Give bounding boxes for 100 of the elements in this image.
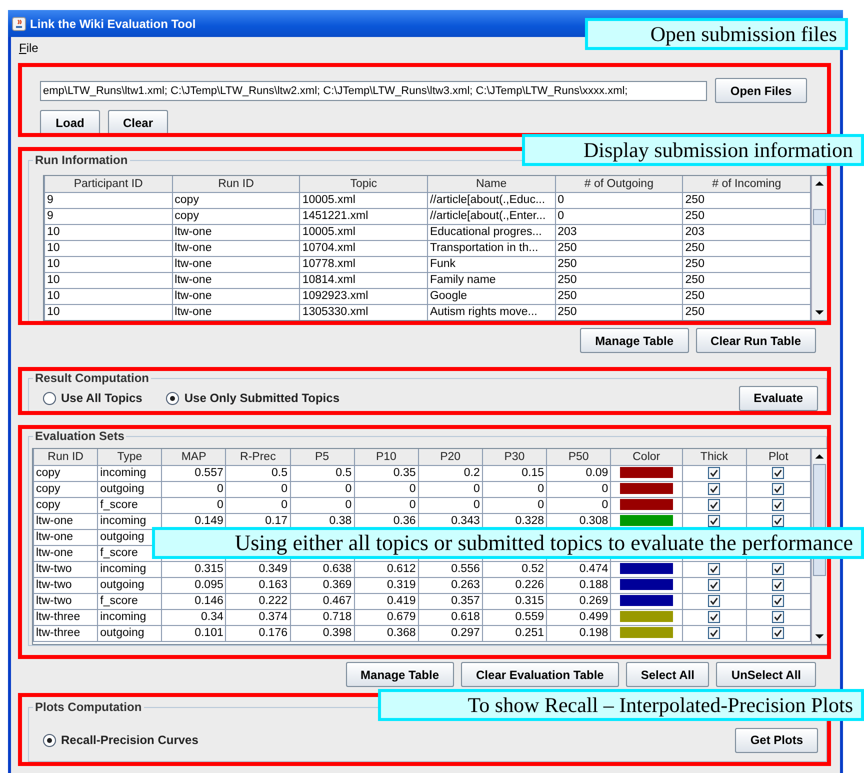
button[interactable]: Evaluate: [738, 386, 818, 410]
radio-label[interactable]: Use Only Submitted Topics: [184, 391, 340, 405]
column-header[interactable]: P5: [290, 449, 354, 466]
table-cell: 250: [555, 272, 683, 288]
table-cell: ltw-one: [172, 224, 300, 240]
column-header[interactable]: Name: [427, 176, 556, 192]
checkbox[interactable]: [708, 498, 720, 511]
table-cell: 0: [290, 482, 354, 498]
button[interactable]: Manage Table: [346, 662, 454, 687]
button[interactable]: Open Files: [715, 78, 807, 103]
table-cell: 0.198: [546, 626, 611, 642]
checkbox[interactable]: [772, 610, 784, 623]
checkbox[interactable]: [708, 578, 720, 591]
checkbox[interactable]: [772, 626, 784, 639]
table-cell: 0: [546, 498, 611, 514]
checkbox[interactable]: [772, 594, 784, 607]
column-header[interactable]: P20: [418, 449, 482, 466]
button[interactable]: Manage Table: [580, 328, 689, 353]
radio-button[interactable]: [43, 734, 56, 746]
panel-title: Run Information: [34, 153, 129, 167]
checkbox[interactable]: [708, 482, 720, 495]
column-header[interactable]: Thick: [682, 449, 746, 466]
column-header[interactable]: # of Incoming: [682, 176, 810, 192]
checkbox[interactable]: [772, 482, 784, 495]
column-header[interactable]: Run ID: [34, 449, 98, 466]
table-cell: 0: [482, 482, 546, 498]
column-header[interactable]: # of Outgoing: [555, 176, 683, 192]
button[interactable]: UnSelect All: [716, 662, 816, 687]
checkbox[interactable]: [708, 562, 720, 575]
annotation-tooltip: Open submission files: [585, 18, 848, 50]
table-cell: outgoing: [98, 626, 162, 642]
table-cell: 0.559: [482, 610, 546, 626]
scrollbar[interactable]: [811, 176, 827, 320]
table-cell: 0: [482, 498, 546, 514]
table-cell: 0: [418, 498, 482, 514]
column-header[interactable]: Run ID: [172, 176, 300, 192]
panel-title: Result Computation: [34, 371, 150, 385]
column-header[interactable]: P50: [546, 449, 611, 466]
column-header[interactable]: P30: [482, 449, 546, 466]
table-cell: 0.612: [354, 562, 418, 578]
column-header[interactable]: MAP: [162, 449, 226, 466]
table-cell: incoming: [98, 562, 162, 578]
checkbox[interactable]: [708, 610, 720, 623]
radio-button[interactable]: [166, 392, 180, 404]
radio-label[interactable]: Recall-Precision Curves: [61, 733, 198, 747]
button[interactable]: Get Plots: [735, 728, 818, 752]
checkbox[interactable]: [772, 514, 784, 527]
table-cell: 0.176: [226, 626, 290, 642]
table-cell: ltw-three: [34, 610, 98, 626]
table-cell: Autism rights move...: [427, 304, 556, 320]
column-header[interactable]: Plot: [746, 449, 810, 466]
table-cell: 0.474: [546, 562, 611, 578]
table-cell: 0.499: [546, 610, 611, 626]
table-cell: 10778.xml: [300, 256, 428, 272]
column-header[interactable]: P10: [354, 449, 418, 466]
table-cell: Funk: [427, 256, 556, 272]
table-cell: copy: [34, 466, 98, 482]
table-cell: 0.297: [418, 626, 482, 642]
table-cell: f_score: [98, 498, 162, 514]
table-cell: 0: [555, 208, 683, 224]
checkbox[interactable]: [708, 514, 720, 527]
table-cell: 0.35: [354, 466, 418, 482]
checkbox[interactable]: [772, 498, 784, 511]
scroll-thumb[interactable]: [813, 209, 826, 225]
button[interactable]: Select All: [626, 662, 710, 687]
column-header[interactable]: Type: [98, 449, 162, 466]
column-header[interactable]: Participant ID: [44, 176, 172, 192]
button[interactable]: Clear: [108, 110, 168, 133]
button[interactable]: Clear Run Table: [696, 328, 816, 353]
column-header[interactable]: R-Prec: [226, 449, 290, 466]
button[interactable]: Load: [40, 110, 100, 133]
table-cell: ltw-one: [34, 530, 98, 546]
table-cell: incoming: [98, 610, 162, 626]
table-cell: 0.188: [546, 578, 611, 594]
checkbox[interactable]: [708, 626, 720, 639]
column-header[interactable]: Topic: [300, 176, 428, 192]
table-cell: 10: [44, 272, 172, 288]
table-cell: 250: [682, 272, 810, 288]
table-cell: 9: [44, 208, 172, 224]
file-path-field[interactable]: emp\LTW_Runs\ltw1.xml; C:\JTemp\LTW_Runs\ltw2.xml; C:\JTemp\LTW_Runs\ltw3.xml; C:\JTemp\LTW_Runs\xxxx.xml;: [40, 80, 708, 100]
table-cell: 250: [555, 240, 683, 256]
table-cell: ltw-three: [34, 626, 98, 642]
table-cell: 0.2: [418, 466, 482, 482]
menu-item[interactable]: File: [19, 41, 38, 55]
column-header[interactable]: Color: [610, 449, 682, 466]
checkbox[interactable]: [772, 578, 784, 591]
table-cell: //article[about(.,Enter...: [427, 208, 556, 224]
table-cell: 0: [226, 498, 290, 514]
table-cell: 250: [682, 240, 810, 256]
checkbox[interactable]: [772, 562, 784, 575]
checkbox[interactable]: [708, 466, 720, 479]
checkbox[interactable]: [772, 466, 784, 479]
radio-button[interactable]: [43, 392, 56, 404]
annotation-tooltip: Using either all topics or submitted topics to evaluate the performance: [152, 527, 864, 559]
checkbox[interactable]: [708, 594, 720, 607]
table-cell: 250: [555, 288, 683, 304]
table-cell: 0.349: [226, 562, 290, 578]
table-cell: 1092923.xml: [300, 288, 428, 304]
radio-label[interactable]: Use All Topics: [61, 391, 142, 405]
button[interactable]: Clear Evaluation Table: [461, 662, 619, 687]
